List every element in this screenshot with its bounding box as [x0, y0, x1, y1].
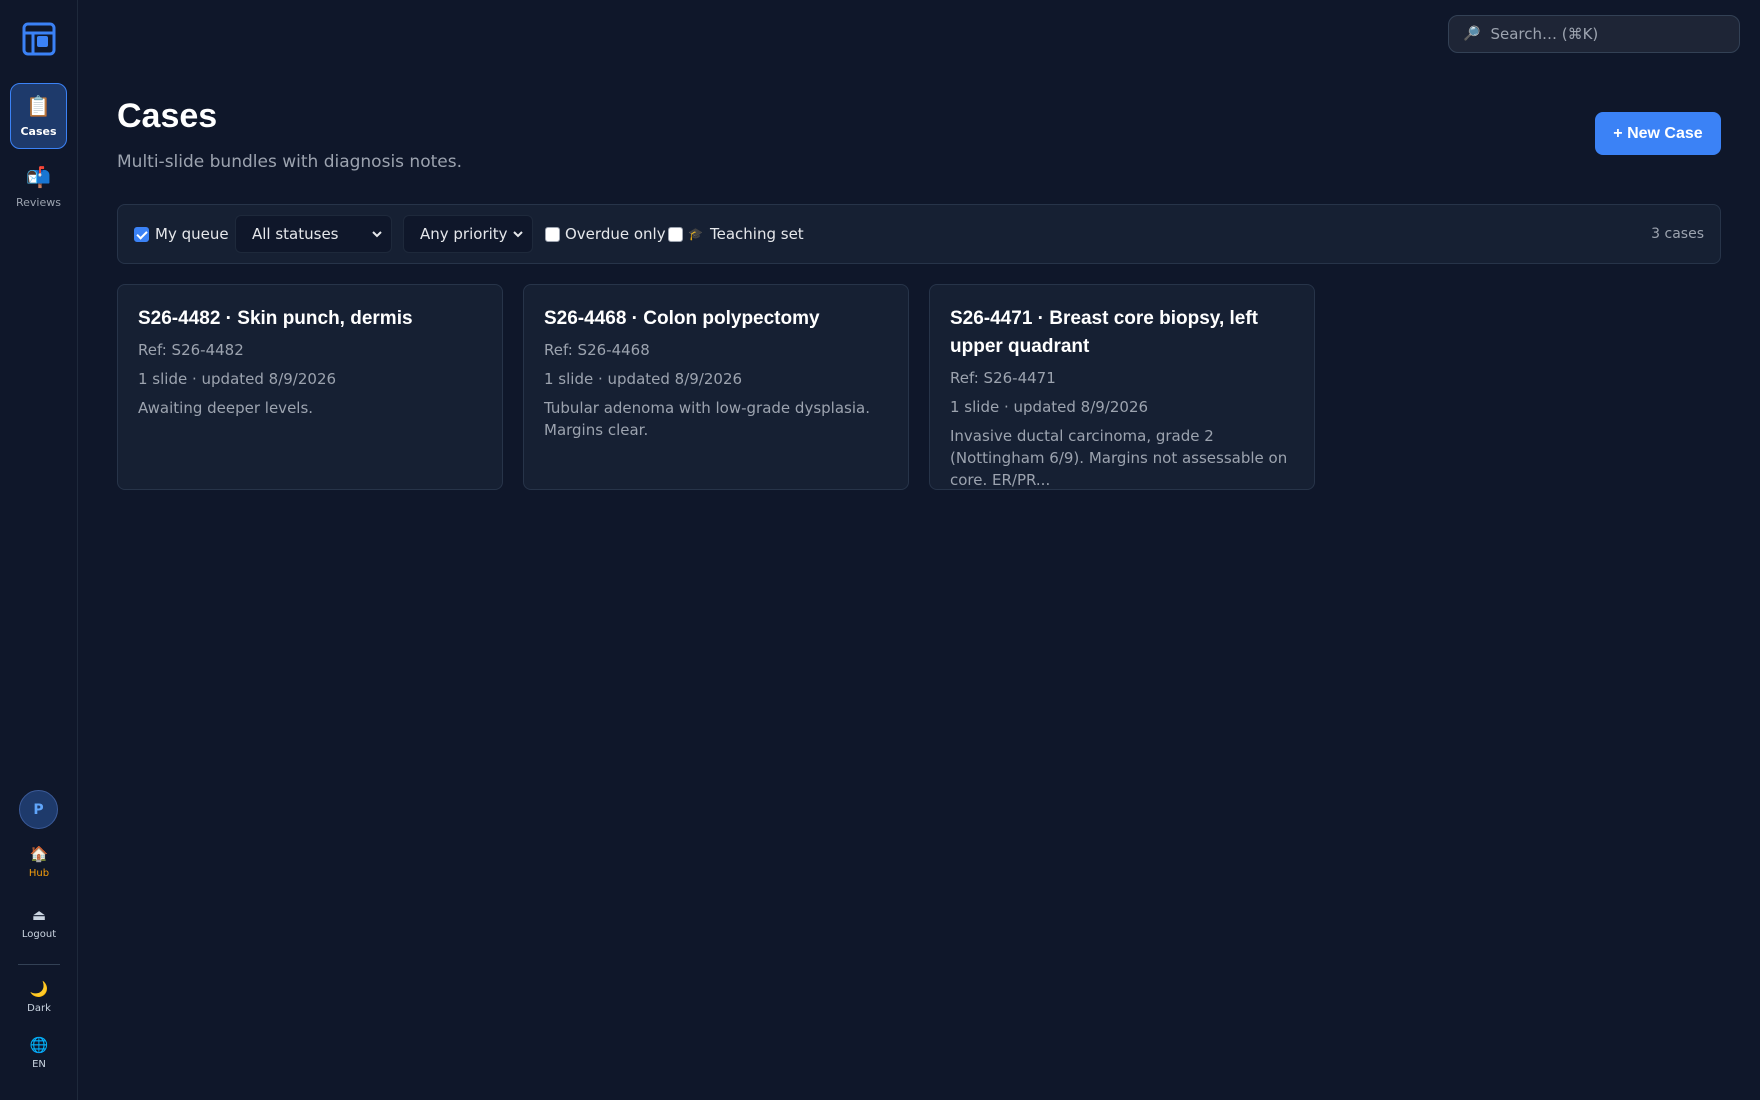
logout-button[interactable]: ⏏ Logout: [8, 901, 70, 945]
clipboard-icon: 📋: [26, 93, 51, 118]
globe-icon: 🌐: [29, 1036, 49, 1054]
page-subtitle: Multi-slide bundles with diagnosis notes…: [117, 152, 462, 172]
case-ref: Ref: S26-4468: [544, 341, 650, 359]
filter-bar: My queue All statuses Any priority Overd…: [117, 204, 1721, 264]
case-meta: 1 slide · updated 8/9/2026: [544, 370, 743, 388]
case-card[interactable]: S26-4482 · Skin punch, dermis Ref: S26-4…: [117, 284, 503, 490]
status-select-value: All statuses: [252, 225, 339, 243]
case-meta: 1 slide · updated 8/9/2026: [138, 370, 337, 388]
case-card[interactable]: S26-4468 · Colon polypectomy Ref: S26-44…: [523, 284, 909, 490]
my-queue-checkbox[interactable]: [134, 227, 149, 242]
case-ref: Ref: S26-4471: [950, 369, 1056, 387]
case-title: S26-4471 · Breast core biopsy, left uppe…: [950, 308, 1258, 357]
priority-select[interactable]: Any priority: [403, 215, 533, 253]
page-title: Cases: [117, 97, 218, 135]
overdue-label: Overdue only: [565, 225, 666, 243]
case-ref: Ref: S26-4482: [138, 341, 244, 359]
sidebar-item-label: Cases: [20, 124, 57, 138]
theme-label: Dark: [27, 1003, 51, 1014]
language-toggle[interactable]: 🌐 EN: [8, 1031, 70, 1075]
case-meta: 1 slide · updated 8/9/2026: [950, 398, 1149, 416]
case-note: Tubular adenoma with low-grade dysplasia…: [544, 399, 870, 439]
priority-select-value: Any priority: [420, 225, 508, 243]
eject-icon: ⏏: [31, 906, 47, 924]
chevron-down-icon: [372, 231, 382, 238]
search-icon: 🔎: [1463, 26, 1481, 42]
theme-toggle[interactable]: 🌙 Dark: [8, 975, 70, 1019]
language-label: EN: [32, 1059, 46, 1070]
sidebar-divider: [18, 964, 60, 965]
hub-label: Hub: [28, 868, 50, 879]
overdue-checkbox[interactable]: [545, 227, 560, 242]
chevron-down-icon: [513, 231, 523, 238]
search-placeholder: Search… (⌘K): [1490, 25, 1599, 43]
teaching-checkbox[interactable]: [668, 227, 683, 242]
sidebar-item-reviews[interactable]: 📬 Reviews: [10, 154, 67, 220]
app-logo-icon[interactable]: [22, 22, 56, 56]
graduation-cap-icon: 🎓: [688, 227, 703, 241]
teaching-label: Teaching set: [710, 225, 804, 243]
house-icon: 🏠: [29, 845, 49, 863]
case-card[interactable]: S26-4471 · Breast core biopsy, left uppe…: [929, 284, 1315, 490]
moon-icon: 🌙: [29, 980, 49, 998]
case-note: Invasive ductal carcinoma, grade 2 (Nott…: [950, 427, 1288, 489]
mailbox-icon: 📬: [26, 164, 51, 189]
hub-button[interactable]: 🏠 Hub: [8, 840, 70, 884]
new-case-button[interactable]: + New Case: [1595, 112, 1721, 155]
my-queue-label: My queue: [155, 225, 229, 243]
sidebar-item-cases[interactable]: 📋 Cases: [10, 83, 67, 149]
case-note: Awaiting deeper levels.: [138, 399, 314, 417]
sidebar-item-label: Reviews: [16, 195, 61, 209]
sidebar: 📋 Cases 📬 Reviews P 🏠 Hub ⏏ Logout 🌙 Dar…: [0, 0, 78, 1100]
avatar[interactable]: P: [19, 790, 58, 829]
search-input[interactable]: 🔎 Search… (⌘K): [1448, 15, 1740, 53]
case-count: 3 cases: [1651, 226, 1704, 242]
case-title: S26-4482 · Skin punch, dermis: [138, 308, 413, 329]
case-title: S26-4468 · Colon polypectomy: [544, 308, 820, 329]
status-select[interactable]: All statuses: [235, 215, 392, 253]
logout-label: Logout: [21, 929, 57, 940]
